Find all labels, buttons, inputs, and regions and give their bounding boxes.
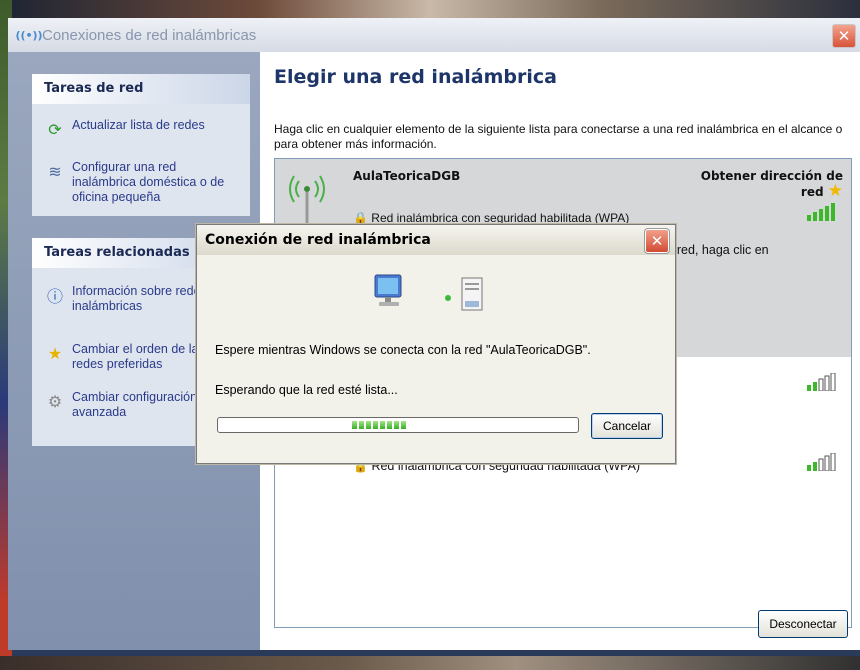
progress-marquee (352, 421, 406, 429)
dialog-title: Conexión de red inalámbrica (205, 232, 431, 248)
access-point-icon (461, 277, 483, 311)
dialog-status: Esperando que la red esté lista... (215, 383, 398, 397)
lock-icon: 🔒 (353, 211, 368, 225)
sidebar-item-label: Cambiar configuración avanzada (72, 390, 198, 419)
sidebar-item-label: Cambiar el orden de las redes preferidas (72, 342, 205, 371)
refresh-icon: ⟳ (48, 119, 62, 139)
sidebar-item-setup[interactable]: ≋ Configurar una red inalámbrica domésti… (44, 160, 240, 205)
window-title: Conexiones de red inalámbricas (42, 26, 257, 44)
signal-strength-icon (807, 203, 835, 221)
connection-dialog: Conexión de red inalámbrica ✕ Espere mie… (196, 224, 676, 464)
network-tasks-header[interactable]: Tareas de red (32, 74, 250, 104)
signal-strength-icon (807, 373, 836, 391)
network-security: 🔒 Red inalámbrica con seguridad habilita… (353, 211, 629, 225)
dialog-body: Espere mientras Windows se conecta con l… (197, 255, 675, 463)
signal-strength-icon (807, 453, 836, 471)
info-icon: ⓘ (46, 287, 63, 306)
disconnect-button[interactable]: Desconectar (758, 610, 848, 638)
intro-text: Haga clic en cualquier elemento de la si… (274, 122, 843, 151)
network-tasks-panel: Tareas de red ⟳ Actualizar lista de rede… (32, 74, 250, 216)
sidebar-item-label: Información sobre redes inalámbricas (72, 284, 207, 313)
sidebar-item-refresh[interactable]: ⟳ Actualizar lista de redes (44, 118, 205, 140)
sidebar-item-label: Configurar una red inalámbrica doméstica… (72, 160, 225, 204)
window-close-button[interactable]: ✕ (832, 24, 856, 48)
status-dot-icon (445, 295, 451, 301)
window-titlebar[interactable]: ((•)) Conexiones de red inalámbricas ✕ (8, 18, 860, 52)
wireless-icon: ((•)) (15, 28, 43, 42)
sidebar-item-info[interactable]: ⓘ Información sobre redes inalámbricas (44, 284, 208, 314)
computer-icon (374, 274, 402, 306)
network-status-label: Obtener dirección de red (700, 169, 843, 199)
sidebar-item-order[interactable]: ★ Cambiar el orden de las redes preferid… (44, 342, 208, 372)
network-hint: ta red, haga clic en (663, 243, 769, 257)
dialog-close-button[interactable]: ✕ (644, 228, 670, 254)
dialog-message: Espere mientras Windows se conecta con l… (215, 343, 591, 357)
dialog-titlebar[interactable]: Conexión de red inalámbrica ✕ (197, 225, 675, 255)
star-icon: ★ (47, 343, 63, 363)
network-security-label: Red inalámbrica con seguridad habilitada… (371, 211, 630, 225)
connection-progress-bar (217, 417, 579, 433)
taskbar (0, 656, 860, 670)
network-status: Obtener dirección de red ★ (693, 169, 843, 200)
cancel-button[interactable]: Cancelar (591, 413, 663, 439)
sidebar-item-label: Actualizar lista de redes (72, 118, 205, 132)
network-name: AulaTeoricaDGB (353, 169, 461, 183)
page-title: Elegir una red inalámbrica (274, 66, 557, 88)
preferred-star-icon: ★ (827, 181, 843, 201)
wireless-setup-icon: ≋ (48, 161, 62, 181)
sidebar-item-advanced[interactable]: ⚙ Cambiar configuración avanzada (44, 390, 208, 420)
settings-icon: ⚙ (47, 391, 63, 411)
